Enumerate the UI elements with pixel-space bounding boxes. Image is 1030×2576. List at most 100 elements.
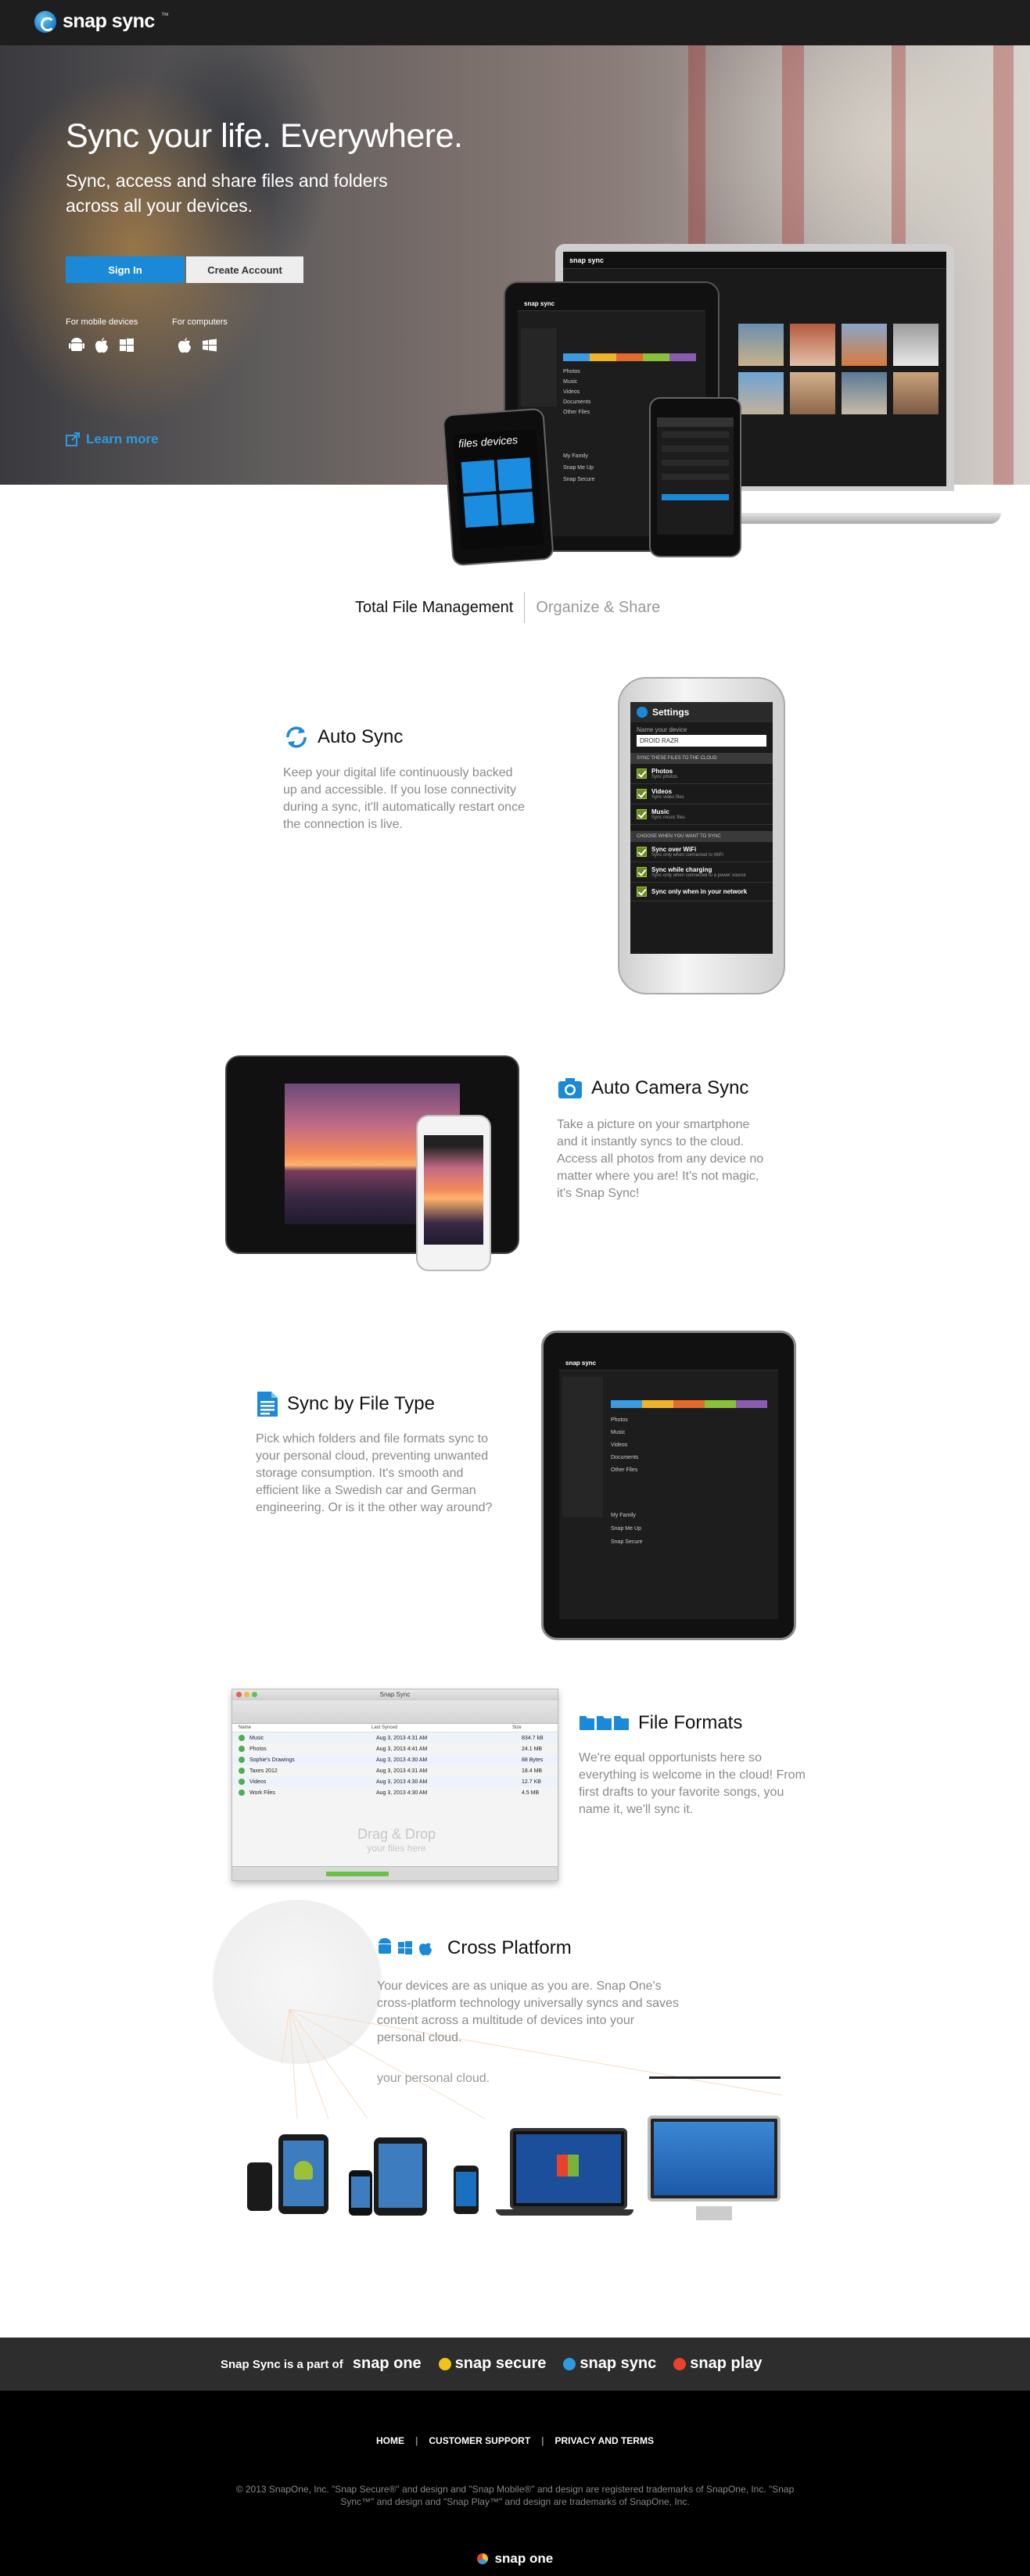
minimize-icon[interactable] <box>244 1692 249 1697</box>
photo-thumbnail[interactable] <box>893 324 938 366</box>
checkbox-checked[interactable] <box>637 789 647 799</box>
windows-icon[interactable] <box>200 336 219 355</box>
laptop-app-header: snap sync <box>563 252 946 269</box>
folder-item[interactable]: Other Files <box>611 1467 638 1473</box>
snap-sync-logo[interactable]: snap sync <box>563 2355 656 2373</box>
checkbox-checked[interactable] <box>637 867 647 877</box>
photo-thumbnail[interactable] <box>790 324 835 366</box>
settings-toggle-row[interactable]: Sync over WiFi Sync only when connected t… <box>630 842 773 862</box>
android-tablet-device <box>278 2134 328 2214</box>
folder-item[interactable]: Videos <box>563 389 696 395</box>
brand-logo[interactable]: snap sync ™ <box>34 10 169 33</box>
tab-total-file-management[interactable]: Total File Management <box>344 599 524 617</box>
file-table: Music Aug 3, 2013 4:31 AM 834.7 kB Photos A… <box>232 1732 558 1798</box>
partner-bar: Snap Sync is a part of snap one snap sec… <box>0 2338 1030 2391</box>
snap-sync-icon <box>563 2357 576 2370</box>
desktop-app-window: Snap Sync Name Last Synced Size Music Aug… <box>231 1689 558 1881</box>
hero-subtitle: Sync, access and share files and folders… <box>66 170 388 216</box>
apple-icon[interactable] <box>175 336 194 355</box>
learn-more-link[interactable]: Learn more <box>66 432 159 447</box>
android-phone-device <box>247 2162 272 2211</box>
photo-thumbnail[interactable] <box>738 372 784 414</box>
create-account-button[interactable]: Create Account <box>186 256 303 283</box>
snap-play-logo[interactable]: snap play <box>673 2355 763 2373</box>
settings-toggle-row[interactable]: Sync while charging Sync only when connec… <box>630 862 773 883</box>
footer-support-link[interactable]: CUSTOMER SUPPORT <box>429 2435 530 2446</box>
iphone-device <box>349 2170 372 2216</box>
feature-tabs: Total File Management Organize & Share <box>344 592 671 623</box>
photo-thumbnail[interactable] <box>842 324 887 366</box>
contact-item[interactable]: My Family <box>563 453 594 459</box>
table-row[interactable]: Work Files Aug 3, 2013 4:30 AM 4.5 MB <box>232 1787 558 1798</box>
table-row[interactable]: Videos Aug 3, 2013 4:30 AM 12.7 KB <box>232 1776 558 1787</box>
tab-organize-share[interactable]: Organize & Share <box>525 599 671 617</box>
table-row[interactable]: Photos Aug 3, 2013 4:41 AM 24.1 MB <box>232 1743 558 1754</box>
seat-stripe <box>993 45 1014 485</box>
table-row[interactable]: Taxes 2012 Aug 3, 2013 4:31 AM 18.4 MB <box>232 1765 558 1776</box>
folder-item[interactable]: Photos <box>611 1417 638 1423</box>
settings-toggle-row[interactable]: Photos Sync photos <box>630 764 773 784</box>
contact-item[interactable]: Snap Secure <box>563 477 594 482</box>
android-screen <box>657 417 734 535</box>
windows-phone-device <box>454 2166 479 2214</box>
table-row[interactable]: Music Aug 3, 2013 4:31 AM 834.7 kB <box>232 1732 558 1743</box>
sync-files-section: SYNC THESE FILES TO THE CLOUD <box>630 753 773 764</box>
device-name-input[interactable]: DROID RAZR <box>637 735 766 747</box>
drop-zone[interactable]: Drag & Drop your files here <box>350 1827 443 1855</box>
folder-item[interactable]: Documents <box>611 1455 638 1460</box>
photo-thumbnail[interactable] <box>842 372 887 414</box>
footer-logo[interactable]: snap one <box>0 2551 1030 2567</box>
maximize-icon[interactable] <box>252 1692 257 1697</box>
photo-grid <box>738 324 938 414</box>
ipad-screen: snap sync Photos Music Videos Documents … <box>559 1356 778 1619</box>
folder-item[interactable]: Music <box>563 379 696 385</box>
checkbox-checked[interactable] <box>637 769 647 779</box>
footer-privacy-link[interactable]: PRIVACY AND TERMS <box>555 2435 654 2446</box>
auto-camera-title: Auto Camera Sync <box>591 1077 749 1098</box>
photo-thumbnail[interactable] <box>738 324 784 366</box>
imac-stand <box>696 2206 732 2220</box>
contact-item[interactable]: Snap Secure <box>611 1539 642 1545</box>
checkbox-checked[interactable] <box>637 847 647 857</box>
file-formats-icon <box>580 1716 629 1730</box>
window-toolbar <box>232 1700 558 1724</box>
settings-toggle-row[interactable]: Music Sync music files <box>630 804 773 825</box>
folder-item[interactable]: Music <box>611 1430 638 1435</box>
settings-toggle-row[interactable]: Videos Sync video files <box>630 784 773 804</box>
apple-icon[interactable] <box>92 336 111 355</box>
storage-bar <box>611 1400 767 1408</box>
contact-item[interactable]: Snap Me Up <box>563 465 594 471</box>
close-icon[interactable] <box>236 1692 242 1697</box>
settings-phone-device: Settings Name your device DROID RAZR SYN… <box>618 677 785 994</box>
brand-name: snap sync <box>63 10 155 32</box>
snap-secure-icon <box>438 2357 451 2370</box>
photo-thumbnail[interactable] <box>790 372 835 414</box>
folder-item[interactable]: Photos <box>563 369 696 374</box>
android-icon[interactable] <box>67 336 86 355</box>
contact-item[interactable]: My Family <box>611 1513 642 1518</box>
tablet-sidebar <box>521 328 557 407</box>
checkbox-checked[interactable] <box>637 887 647 897</box>
footer-separator: | <box>541 2435 544 2446</box>
iphone-device <box>416 1115 491 1271</box>
auto-sync-heading: Auto Sync <box>283 724 403 751</box>
photo-thumbnail[interactable] <box>893 372 938 414</box>
snap-one-logo[interactable]: snap one <box>353 2355 422 2372</box>
sign-in-button[interactable]: Sign In <box>66 256 185 283</box>
file-formats-title: File Formats <box>638 1712 743 1733</box>
settings-toggle-row[interactable]: Sync only when in your network <box>630 883 773 901</box>
window-title: Snap Sync <box>379 1691 411 1698</box>
computer-platform-icons <box>175 336 219 355</box>
table-row[interactable]: Sophie's Drawings Aug 3, 2013 4:30 AM 88 B… <box>232 1754 558 1765</box>
snap-secure-logo[interactable]: snap secure <box>438 2355 546 2373</box>
sync-when-section: CHOOSE WHEN YOU WANT TO SYNC <box>630 831 773 842</box>
checkbox-checked[interactable] <box>637 809 647 819</box>
document-icon <box>257 1392 278 1417</box>
folder-item[interactable]: Videos <box>611 1442 638 1448</box>
tablet-contacts: My Family Snap Me Up Snap Secure <box>563 453 594 482</box>
footer-home-link[interactable]: HOME <box>376 2435 404 2446</box>
windows-icon[interactable] <box>117 336 136 355</box>
tablet-app-header: snap sync <box>518 297 705 311</box>
contact-item[interactable]: Snap Me Up <box>611 1526 642 1532</box>
file-type-text: Pick which folders and file formats sync… <box>256 1432 493 1514</box>
